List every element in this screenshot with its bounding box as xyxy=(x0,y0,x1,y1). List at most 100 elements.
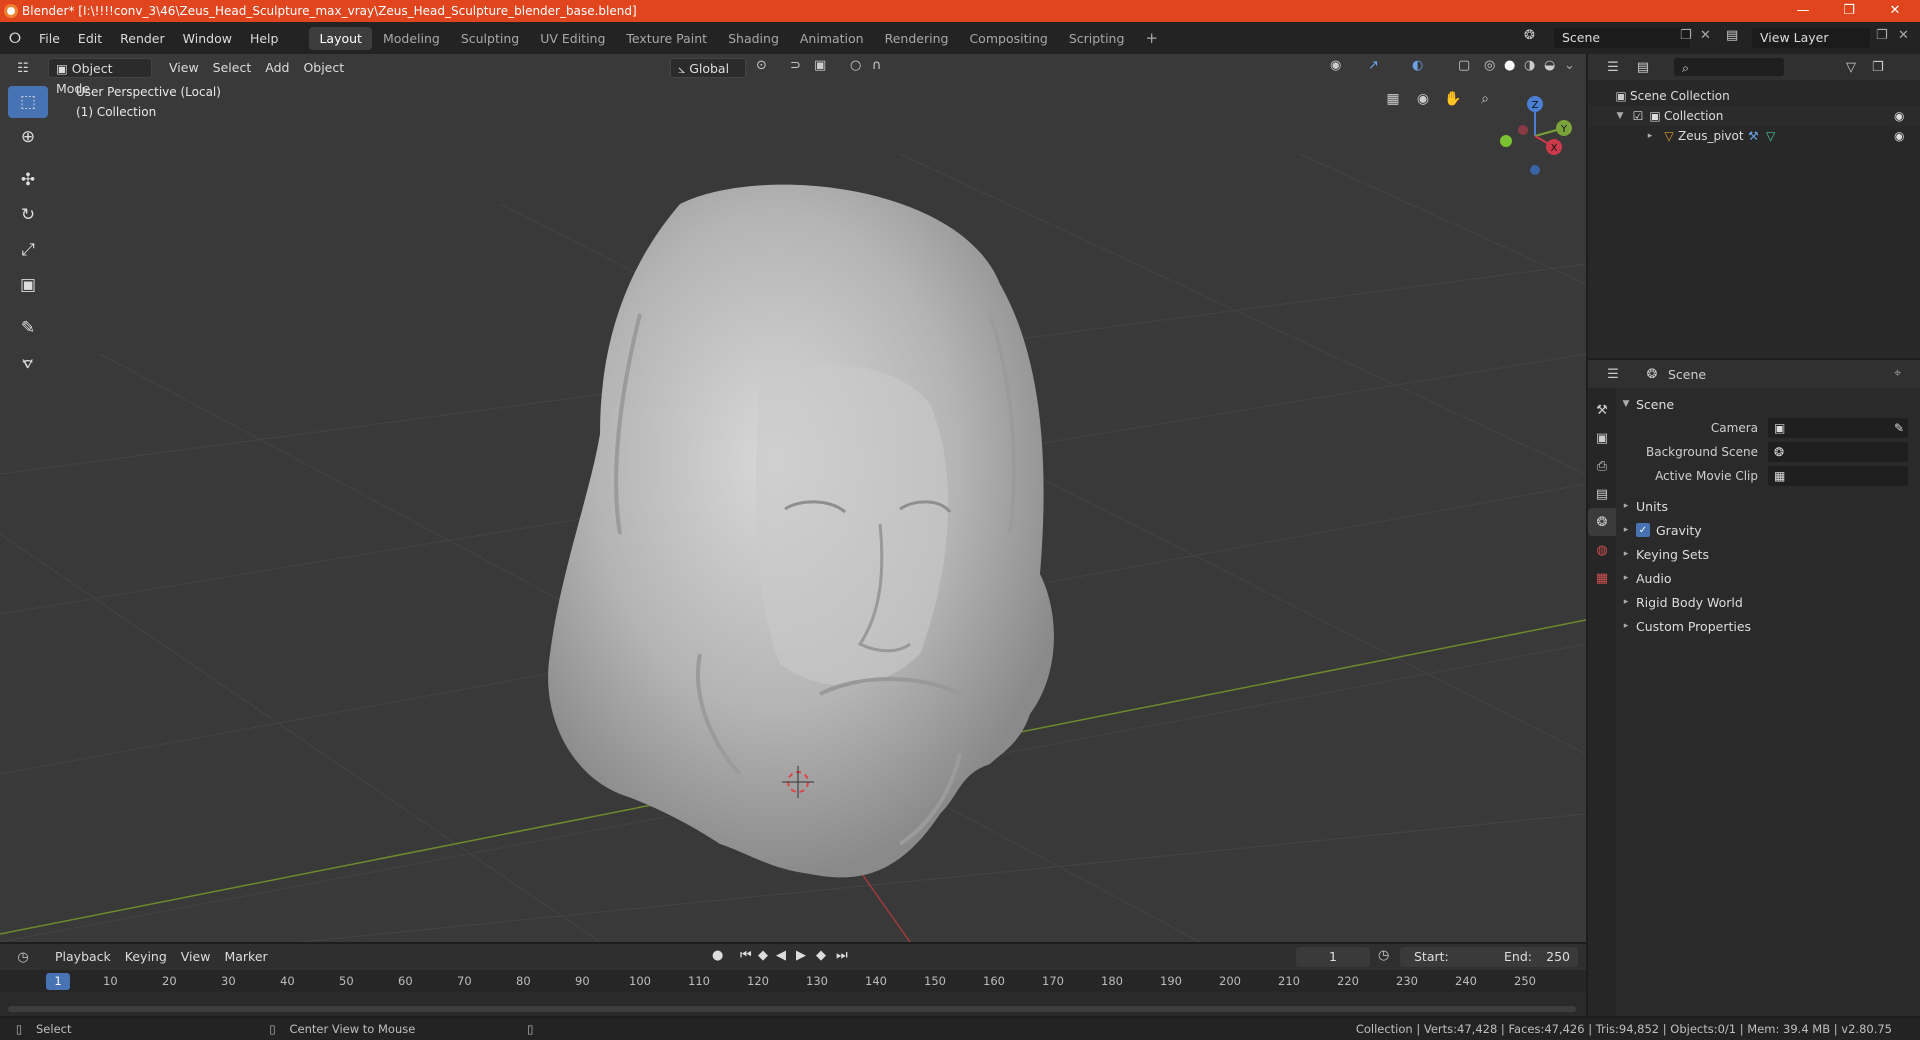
filter-icon[interactable]: ▽ xyxy=(1846,60,1856,75)
blender-menu-icon[interactable]: ⭘ xyxy=(0,29,30,47)
tool-tab-icon[interactable]: ⚒ xyxy=(1588,396,1616,424)
mode-selector[interactable]: ▣ Object Mode xyxy=(48,58,152,96)
viewport-canvas[interactable] xyxy=(0,54,1586,942)
editor-type-icon[interactable]: ☷ xyxy=(8,61,38,76)
audio-section[interactable]: ▸ Audio xyxy=(1620,566,1916,590)
timeline-ruler[interactable]: 1 10 20 30 40 50 60 70 80 90 100 110 120… xyxy=(0,970,1586,992)
menu-keying[interactable]: Keying xyxy=(118,947,174,967)
eyedropper-icon[interactable]: ✎ xyxy=(1894,421,1904,435)
tree-object-zeus-pivot[interactable]: ▸ ▽ Zeus_pivot ⚒ ▽ ◉ xyxy=(1588,126,1920,146)
solid-shading-icon[interactable]: ● xyxy=(1504,58,1515,73)
gravity-section[interactable]: ▸ ✓ Gravity xyxy=(1620,518,1916,542)
menu-view[interactable]: View xyxy=(162,58,206,78)
remove-view-layer-icon[interactable]: ✕ xyxy=(1898,28,1909,43)
object-visibility-eye-icon[interactable]: ◉ xyxy=(1894,129,1904,143)
current-frame-indicator[interactable]: 1 xyxy=(46,973,70,990)
menu-timeline-view[interactable]: View xyxy=(174,947,218,967)
next-keyframe-icon[interactable]: ◆ xyxy=(816,948,826,963)
snap-icon[interactable]: ⊃ xyxy=(790,58,801,73)
select-box-tool[interactable]: ⬚ xyxy=(8,86,48,118)
falloff-icon[interactable]: ∩ xyxy=(872,58,882,73)
tab-scripting[interactable]: Scripting xyxy=(1059,27,1135,50)
gravity-checkbox[interactable]: ✓ xyxy=(1636,523,1650,537)
menu-render[interactable]: Render xyxy=(111,31,174,46)
active-movie-clip-field[interactable]: ▦ xyxy=(1768,466,1908,486)
current-frame-field[interactable]: 1 xyxy=(1296,947,1370,967)
material-shading-icon[interactable]: ◑ xyxy=(1524,58,1535,73)
tab-compositing[interactable]: Compositing xyxy=(959,27,1057,50)
world-tab-icon[interactable]: ◍ xyxy=(1588,536,1616,564)
zeus-head-sculpture[interactable] xyxy=(548,184,1054,878)
tab-uv-editing[interactable]: UV Editing xyxy=(530,27,615,50)
view-layer-tab-icon[interactable]: ▤ xyxy=(1588,480,1616,508)
transform-orientation-dropdown[interactable]: ⦣ Global xyxy=(670,58,746,78)
transform-tool[interactable]: ▣ xyxy=(8,269,48,301)
collection-checkbox[interactable]: ☑ xyxy=(1630,109,1646,123)
new-collection-icon[interactable]: ❐ xyxy=(1872,60,1884,75)
visibility-icon[interactable]: ◉ xyxy=(1330,58,1341,73)
menu-help[interactable]: Help xyxy=(241,31,288,46)
tab-layout[interactable]: Layout xyxy=(309,26,372,50)
menu-edit[interactable]: Edit xyxy=(69,31,111,46)
outliner-editor-icon[interactable]: ☰ xyxy=(1598,60,1628,75)
timeline-editor-icon[interactable]: ◷ xyxy=(8,950,38,965)
rigid-body-world-section[interactable]: ▸ Rigid Body World xyxy=(1620,590,1916,614)
texture-tab-icon[interactable]: ▦ xyxy=(1588,564,1616,592)
units-section[interactable]: ▸ Units xyxy=(1620,494,1916,518)
snap-target-icon[interactable]: ▣ xyxy=(814,58,826,73)
output-tab-icon[interactable]: ⎙ xyxy=(1588,452,1616,480)
overlays-toggle-icon[interactable]: ◐ xyxy=(1412,58,1423,73)
new-view-layer-icon[interactable]: ❐ xyxy=(1876,28,1888,43)
cursor-tool[interactable]: ⊕ xyxy=(8,121,48,153)
jump-start-icon[interactable]: ⏮ xyxy=(740,948,752,963)
jump-end-icon[interactable]: ⏭ xyxy=(836,948,848,963)
3d-viewport[interactable]: ☷ ▣ Object Mode View Select Add Object ⦣… xyxy=(0,54,1586,942)
prev-keyframe-icon[interactable]: ◆ xyxy=(758,948,768,963)
camera-field[interactable]: ▣ ✎ xyxy=(1768,418,1908,438)
view-layer-selector[interactable]: View Layer xyxy=(1752,28,1870,48)
modifier-wrench-icon[interactable]: ⚒ xyxy=(1748,129,1759,143)
render-tab-icon[interactable]: ▣ xyxy=(1588,424,1616,452)
xray-toggle-icon[interactable]: ▢ xyxy=(1458,58,1470,73)
play-icon[interactable]: ▶ xyxy=(796,948,806,963)
camera-view-icon[interactable]: ◉ xyxy=(1410,86,1436,112)
menu-object[interactable]: Object xyxy=(296,58,351,78)
new-scene-icon[interactable]: ❐ xyxy=(1680,28,1692,43)
menu-select[interactable]: Select xyxy=(206,58,259,78)
properties-editor-icon[interactable]: ☰ xyxy=(1598,367,1628,382)
expand-collection-icon[interactable]: ▼ xyxy=(1614,111,1626,121)
collection-visibility-eye-icon[interactable]: ◉ xyxy=(1894,109,1904,123)
menu-file[interactable]: File xyxy=(30,31,69,46)
pin-icon[interactable]: ⌖ xyxy=(1894,366,1901,381)
add-workspace-icon[interactable]: + xyxy=(1135,25,1168,51)
move-tool[interactable]: ✣ xyxy=(8,164,48,196)
menu-playback[interactable]: Playback xyxy=(48,947,118,967)
timeline-scrollbar[interactable] xyxy=(8,1006,1576,1012)
preview-range-icon[interactable]: ◷ xyxy=(1378,948,1389,963)
menu-window[interactable]: Window xyxy=(174,31,241,46)
scene-selector[interactable]: Scene xyxy=(1554,28,1690,48)
toggle-ortho-icon[interactable]: ▦ xyxy=(1380,86,1406,112)
annotate-tool[interactable]: ✎ xyxy=(8,312,48,344)
rotate-tool[interactable]: ↻ xyxy=(8,199,48,231)
custom-properties-section[interactable]: ▸ Custom Properties xyxy=(1620,614,1916,638)
tab-sculpting[interactable]: Sculpting xyxy=(451,27,529,50)
wireframe-shading-icon[interactable]: ◎ xyxy=(1484,58,1495,73)
pan-view-icon[interactable]: ✋ xyxy=(1440,86,1466,112)
expand-object-icon[interactable]: ▸ xyxy=(1644,131,1656,141)
tree-collection[interactable]: ▼ ☑ ▣ Collection ◉ xyxy=(1588,106,1920,126)
navigation-gizmo[interactable]: Z Y X xyxy=(1490,84,1580,194)
scene-tab-icon[interactable]: ❂ xyxy=(1588,508,1616,536)
close-button[interactable]: ✕ xyxy=(1872,0,1918,22)
view-layer-icon[interactable]: ▤ xyxy=(1726,28,1738,43)
tab-shading[interactable]: Shading xyxy=(718,27,789,50)
scale-tool[interactable]: ⤢ xyxy=(8,234,48,266)
menu-marker[interactable]: Marker xyxy=(217,947,274,967)
auto-keying-icon[interactable]: ● xyxy=(712,948,723,963)
tab-rendering[interactable]: Rendering xyxy=(875,27,959,50)
scene-icon[interactable]: ❂ xyxy=(1524,28,1535,43)
tab-modeling[interactable]: Modeling xyxy=(373,27,450,50)
rendered-shading-icon[interactable]: ◒ xyxy=(1544,58,1555,73)
restore-button[interactable]: ❐ xyxy=(1826,0,1872,22)
display-mode-icon[interactable]: ▤ xyxy=(1628,60,1658,75)
